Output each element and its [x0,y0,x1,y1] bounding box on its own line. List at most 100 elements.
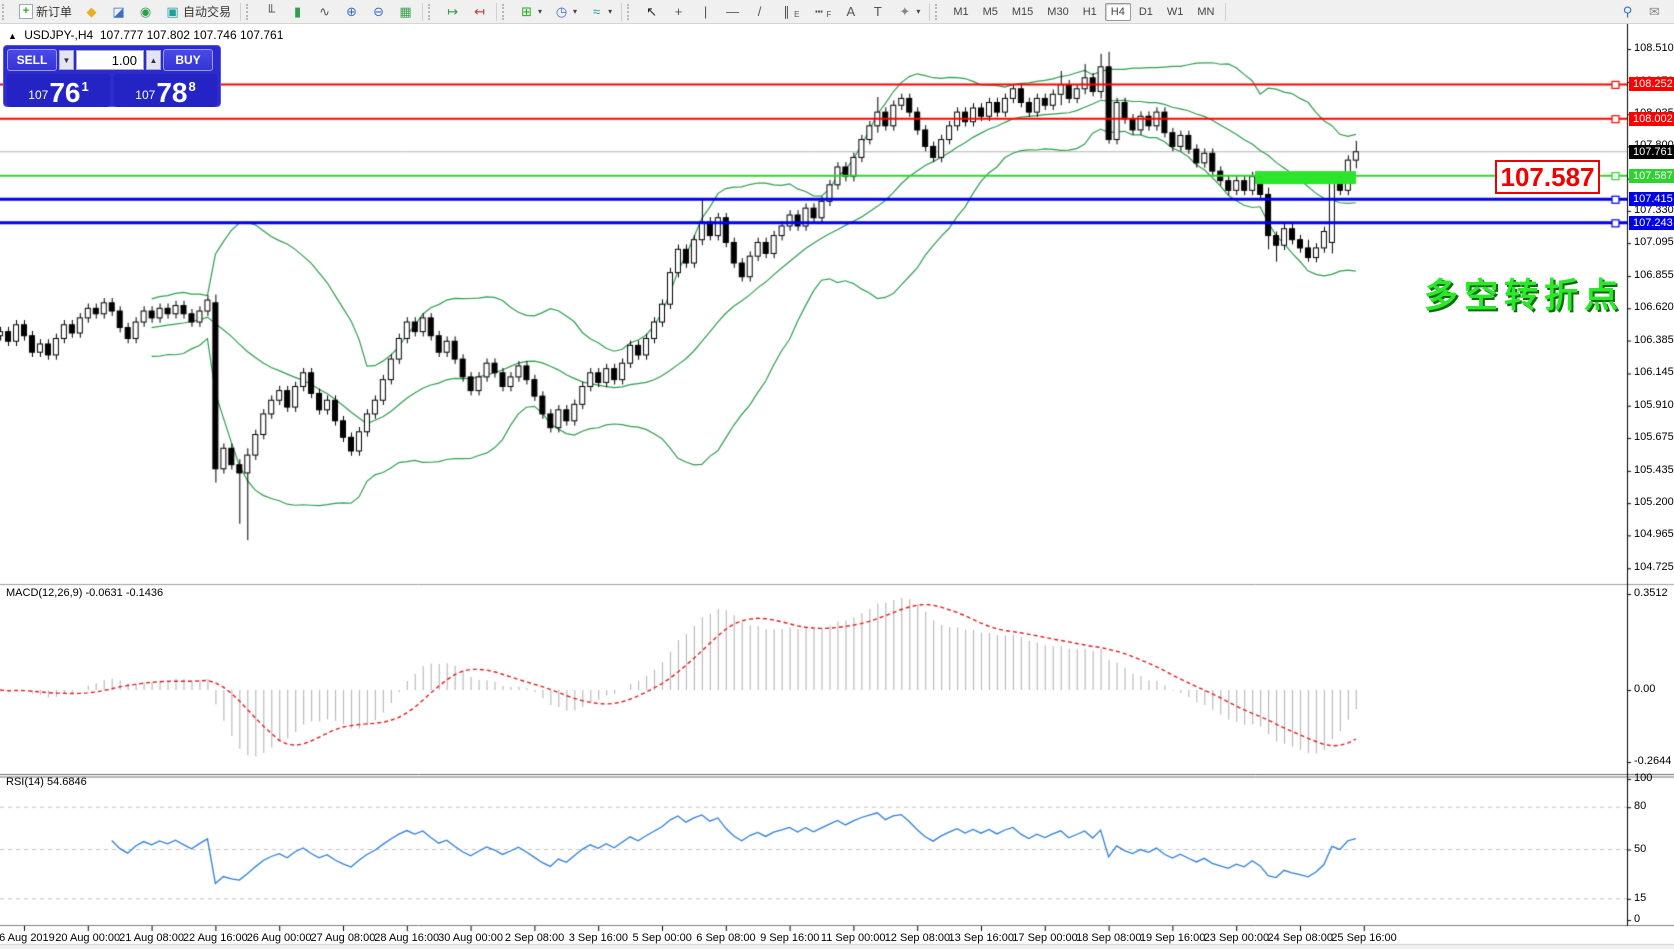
zoom-in-glyph: ⊕ [346,3,357,19]
horizontal-line-icon[interactable]: — [720,2,745,22]
toolbar-grip [246,3,255,20]
tf-h4[interactable]: H4 [1104,2,1131,21]
new-order-icon[interactable]: + 新订单 [14,0,77,23]
one-click-trading-panel: SELL ▼ ▲ BUY 107 76 1 107 78 8 [3,45,221,107]
toolbar-group: + 新订单 ◆ ◪ ◉ ▣ 自动交易 [13,0,237,23]
volume-input[interactable] [76,50,144,70]
indicators-glyph: ≈ [592,3,601,19]
crosshair-icon[interactable]: + [666,2,691,22]
axis-tick-label: -0.2644 [1634,755,1672,767]
chart-canvas[interactable] [0,0,1674,949]
sell-button[interactable]: SELL [7,49,57,71]
tf-h1[interactable]: H1 [1077,3,1103,21]
chart-shift-glyph: ↦ [447,3,458,19]
zoom-out-icon[interactable]: ⊖ [366,2,391,22]
zoom-in-icon[interactable]: ⊕ [339,2,364,22]
axis-tick-label: 106.145 [1634,366,1674,379]
tf-w1[interactable]: W1 [1161,3,1190,21]
chart-shift-icon[interactable]: ↦ [440,2,465,22]
chart-header: ▲ USDJPY-,H4 107.777 107.802 107.746 107… [8,28,283,42]
price-tag: 108.002 [1629,111,1674,126]
text-icon[interactable]: A [838,2,863,22]
navigator-glyph: ◪ [112,3,125,19]
buy-price-point: 8 [188,79,196,94]
turning-point-annotation[interactable]: 多空转折点 [1424,268,1624,317]
axis-tick-label: 106.855 [1634,269,1674,282]
tf-m1[interactable]: M1 [947,3,974,21]
toolbar-group: ↦ ↤ [439,0,493,23]
axis-tick-label: 104.965 [1634,528,1674,541]
time-tick-label: 24 Sep 08:00 [1267,932,1333,944]
axis-tick-label: 106.620 [1634,301,1674,314]
shapes-icon[interactable]: ✦ ▾ [892,2,925,22]
collapse-panel-icon[interactable]: ▲ [8,31,17,41]
time-tick-label: 22 Aug 16:00 [182,932,248,944]
time-tick-label: 23 Sep 00:00 [1203,932,1270,944]
time-tick-label: 19 Sep 16:00 [1139,932,1206,944]
time-tick-label: 17 Sep 00:00 [1012,932,1078,944]
search-icon[interactable]: ⚲ [1615,2,1640,22]
axis-tick-label: 0.00 [1634,683,1656,695]
candlestick-chart-icon[interactable]: ▮ [285,2,310,22]
pivot-price-box[interactable]: 107.587 [1495,160,1600,194]
bar-chart-icon[interactable]: ╙ [258,2,283,22]
buy-price[interactable]: 107 78 8 [114,74,217,107]
auto-trading-icon[interactable]: ▣ 自动交易 [160,0,236,23]
axis-tick-label: 80 [1634,800,1647,813]
axis-tick-label: 106.385 [1634,333,1674,346]
chart-autoscroll-icon[interactable]: ↤ [467,2,492,22]
time-tick-label: 26 Aug 00:00 [246,932,312,944]
new-chart-glyph: ⊞ [521,3,532,19]
toolbar-grip [935,3,944,20]
mt4-window: + 新订单 ◆ ◪ ◉ ▣ 自动交易 ╙ ▮ ∿ ⊕ ⊖ ▦ ↦ ↤ ⊞ ▾ ◷ ▾ ≈ ▾ ↖ + | — / ∥ E ┅ F A T ✦ ▾ M… [0,0,1674,949]
tf-m30[interactable]: M30 [1041,3,1074,21]
cursor-icon[interactable]: ↖ [639,2,664,22]
line-chart-icon[interactable]: ∿ [312,2,337,22]
sell-price-pips: 76 [49,77,81,108]
text-label-icon[interactable]: T [865,2,890,22]
buy-price-pips: 78 [156,77,188,108]
sell-price[interactable]: 107 76 1 [7,74,110,107]
tf-mn[interactable]: MN [1191,3,1220,21]
time-tick-label: 6 Sep 08:00 [696,932,756,944]
market-watch-glyph: ◆ [86,3,97,19]
time-tick-label: 5 Sep 00:00 [632,932,692,944]
chat-icon[interactable]: ✉ [1642,2,1667,22]
volume-increase-button[interactable]: ▲ [146,50,161,70]
profiles-clock-icon[interactable]: ◷ ▾ [549,2,582,22]
volume-decrease-button[interactable]: ▼ [59,50,74,70]
indicators-icon[interactable]: ≈ ▾ [584,2,617,22]
zoom-out-glyph: ⊖ [373,3,384,19]
toolbar-grip [627,3,636,20]
new-chart-icon[interactable]: ⊞ ▾ [514,2,547,22]
auto-trading-label: 自动交易 [183,5,232,19]
new-order-glyph: + [19,4,33,19]
axis-tick-label: 104.725 [1634,561,1674,574]
tf-m15[interactable]: M15 [1006,3,1039,21]
fibonacci-glyph: ┅ [815,3,823,19]
axis-tick-label: 0.3512 [1634,587,1668,599]
tile-windows-icon[interactable]: ▦ [393,2,418,22]
cursor-glyph: ↖ [646,3,658,19]
equidistant-channel-icon[interactable]: ∥ E [774,1,804,22]
time-tick-label: 11 Sep 00:00 [820,932,886,944]
axis-tick-label: 50 [1634,842,1647,855]
buy-button[interactable]: BUY [163,49,213,71]
auto-trading-glyph: ▣ [166,3,179,19]
vertical-line-icon[interactable]: | [693,2,718,22]
time-tick-label: 18 Sep 08:00 [1076,932,1142,944]
equidistant-channel-glyph: ∥ [783,3,790,19]
market-watch-icon[interactable]: ◆ [79,2,104,22]
trendline-icon[interactable]: / [747,2,772,22]
crosshair-glyph: + [674,3,683,19]
axis-tick-label: 0 [1634,913,1641,925]
navigator-icon[interactable]: ◪ [106,2,131,22]
terminal-icon[interactable]: ◉ [133,2,158,22]
toolbar-grip [502,3,511,20]
tf-m5[interactable]: M5 [977,3,1004,21]
axis-tick-label: 108.510 [1634,42,1674,54]
axis-tick-label: 107.095 [1634,236,1674,249]
fibonacci-icon[interactable]: ┅ F [806,1,836,22]
sell-price-point: 1 [81,79,89,94]
tf-d1[interactable]: D1 [1133,3,1159,21]
